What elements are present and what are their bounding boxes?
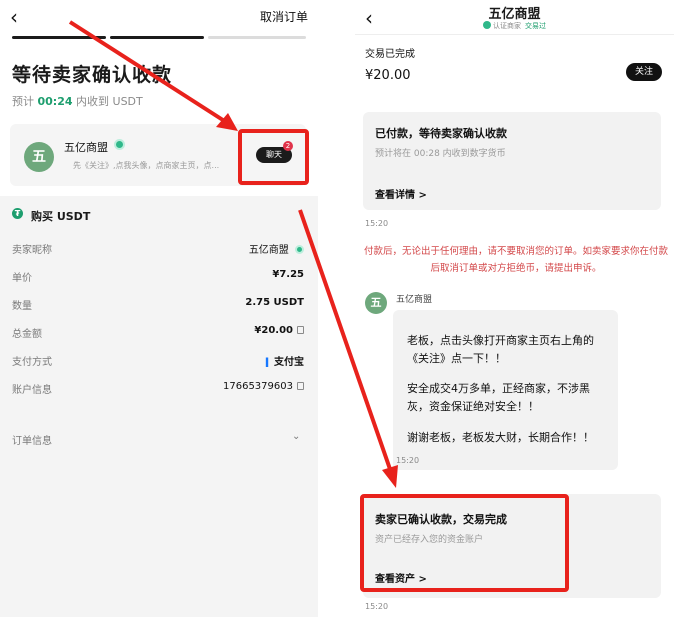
arrow-line-2 [298,209,393,473]
arrowhead-2 [382,465,398,488]
annotation-arrows [68,20,398,488]
arrow-line-1 [68,20,228,124]
